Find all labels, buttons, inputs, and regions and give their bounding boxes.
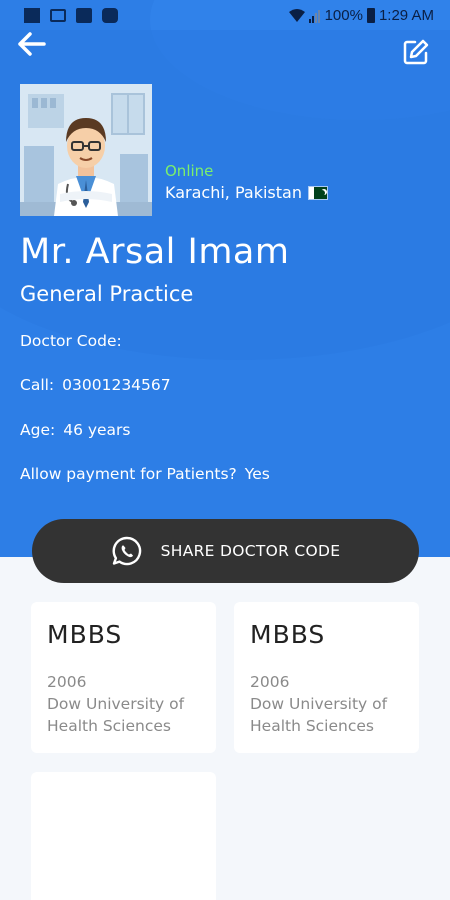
doctor-illustration <box>20 84 152 216</box>
age-value: 46 years <box>63 421 131 439</box>
doctor-location: Karachi, Pakistan <box>165 183 328 202</box>
doctor-code-label: Doctor Code: <box>20 332 122 350</box>
qualification-card[interactable]: MBBS 2006 Dow University of Health Scien… <box>234 602 419 753</box>
status-bar: 100% 1:29 AM <box>0 0 450 32</box>
institute-line-1: Dow University of <box>250 695 388 713</box>
doctor-specialty: General Practice <box>20 282 194 306</box>
institute-line-1: Dow University of <box>47 695 185 713</box>
age-label: Age: <box>20 421 56 439</box>
online-status: Online <box>165 162 214 180</box>
youtube-icon <box>102 8 118 23</box>
system-status: 100% 1:29 AM <box>288 7 434 24</box>
degree-year: 2006 <box>250 673 290 691</box>
location-text: Karachi, Pakistan <box>165 183 302 202</box>
notification-icons <box>24 8 118 23</box>
notification-square-icon <box>24 8 40 23</box>
degree-year: 2006 <box>47 673 87 691</box>
clock: 1:29 AM <box>378 7 434 24</box>
payment-label: Allow payment for Patients? <box>20 465 237 483</box>
doctor-name: Mr. Arsal Imam <box>20 232 290 272</box>
share-button-label: SHARE DOCTOR CODE <box>160 542 341 560</box>
back-arrow-icon[interactable] <box>16 30 48 60</box>
payment-value: Yes <box>244 465 270 483</box>
battery-percent: 100% <box>324 7 363 24</box>
institute-line-2: Health Sciences <box>47 717 171 735</box>
call-label: Call: <box>20 376 55 394</box>
call-row: Call: 03001234567 <box>20 376 171 394</box>
whatsapp-icon <box>112 536 141 566</box>
pakistan-flag-icon <box>307 185 328 200</box>
image-icon <box>76 8 92 23</box>
add-qualification-card[interactable] <box>31 772 216 900</box>
doctor-avatar <box>20 84 152 216</box>
battery-icon <box>366 8 375 23</box>
share-doctor-code-button[interactable]: SHARE DOCTOR CODE <box>32 519 419 583</box>
qualification-card[interactable]: MBBS 2006 Dow University of Health Scien… <box>31 602 216 753</box>
degree-title: MBBS <box>250 620 326 649</box>
signal-icon <box>308 9 320 23</box>
degree-title: MBBS <box>47 620 123 649</box>
screen-icon <box>50 9 66 22</box>
payment-row: Allow payment for Patients? Yes <box>20 465 270 483</box>
doctor-code-row: Doctor Code: <box>20 332 130 350</box>
edit-icon[interactable] <box>402 38 430 66</box>
call-value[interactable]: 03001234567 <box>62 376 170 394</box>
institute-line-2: Health Sciences <box>250 717 374 735</box>
wifi-icon <box>288 8 305 22</box>
age-row: Age: 46 years <box>20 421 131 439</box>
